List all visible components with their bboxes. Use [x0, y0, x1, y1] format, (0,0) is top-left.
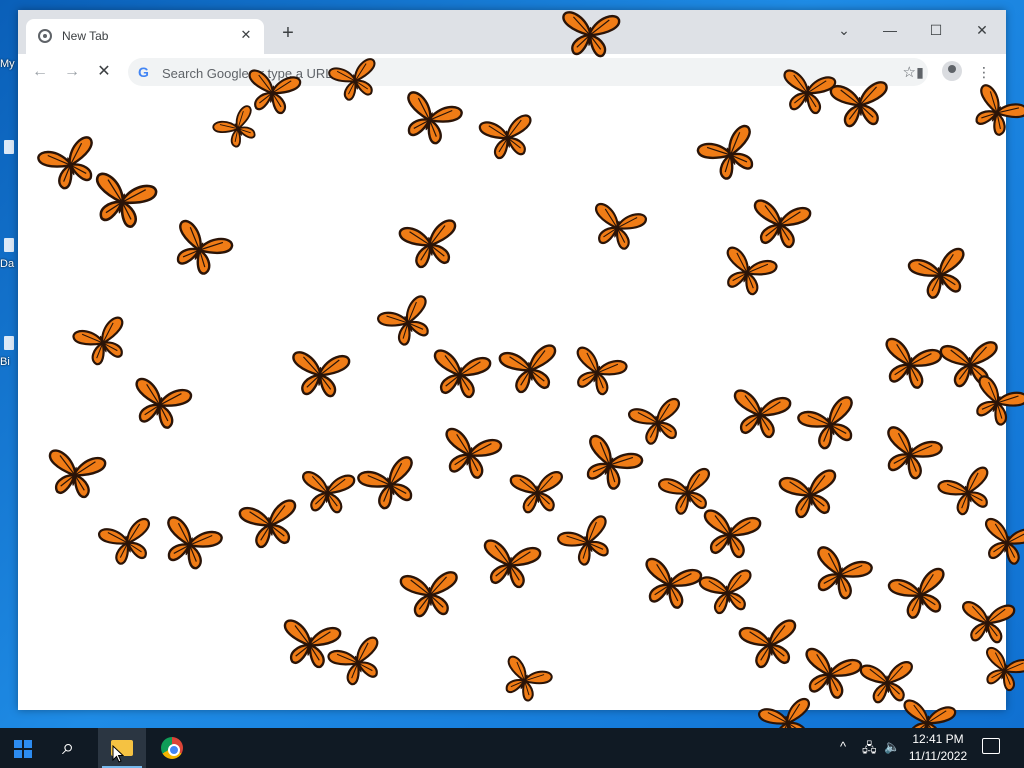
clock-time: 12:41 PM — [912, 732, 964, 746]
butterfly — [478, 114, 532, 160]
clock-date: 11/11/2022 — [908, 749, 968, 763]
side-panel-icon[interactable]: ▮ — [910, 62, 930, 82]
desktop-icon-label-my-computer: My — [0, 58, 15, 70]
butterfly — [433, 349, 492, 399]
butterfly — [703, 509, 762, 559]
desktop-icon-label: Bi — [0, 356, 10, 368]
search-icon: ⌕ — [62, 734, 75, 759]
start-button[interactable] — [14, 740, 32, 758]
butterfly — [238, 499, 297, 549]
tab-title: New Tab — [62, 29, 109, 43]
back-button[interactable]: ← — [30, 62, 50, 82]
maximize-button[interactable]: ☐ — [922, 18, 950, 42]
minimize-button[interactable]: — — [876, 18, 904, 42]
butterfly — [753, 199, 812, 249]
butterfly — [698, 569, 752, 615]
butterfly — [48, 449, 107, 499]
butterfly — [829, 81, 888, 128]
tab-strip: New Tab ✕ + ⌄ — ☐ ✕ — [18, 10, 1006, 54]
butterfly — [562, 11, 621, 58]
new-tab-button[interactable]: + — [278, 23, 298, 44]
butterfly — [733, 389, 792, 439]
notification-center-icon[interactable] — [982, 738, 1000, 754]
butterfly — [483, 539, 542, 589]
desktop-icon-label: Da — [0, 258, 15, 270]
butterfly — [498, 344, 557, 394]
butterfly — [302, 471, 356, 514]
desktop-icon[interactable] — [4, 238, 14, 252]
butterfly — [962, 601, 1016, 644]
butterfly — [398, 219, 457, 269]
forward-button[interactable]: → — [62, 62, 82, 82]
mouse-cursor-icon — [112, 745, 124, 763]
butterfly — [292, 351, 351, 398]
butterfly — [738, 619, 797, 669]
system-clock[interactable]: 12:41 PM 11/11/2022 — [902, 731, 974, 765]
taskbar: ⌕ ^ 🖧 🔈 12:41 PM 11/11/2022 — [0, 728, 1024, 768]
show-hidden-icons-icon[interactable]: ^ — [840, 739, 846, 754]
desktop-icon[interactable] — [4, 140, 14, 154]
tab-new-tab[interactable]: New Tab ✕ — [26, 19, 264, 54]
tab-search-button[interactable]: ⌄ — [830, 18, 858, 42]
butterfly — [509, 471, 563, 514]
search-button[interactable]: ⌕ — [48, 728, 96, 768]
google-icon: G — [138, 64, 149, 80]
desktop-icon[interactable] — [4, 336, 14, 350]
volume-icon[interactable]: 🔈 — [884, 739, 900, 755]
close-window-button[interactable]: ✕ — [968, 18, 996, 42]
butterfly — [399, 571, 458, 618]
tab-close-icon[interactable]: ✕ — [238, 27, 254, 43]
stop-loading-button[interactable]: ✕ — [94, 62, 114, 82]
profile-avatar[interactable] — [942, 61, 962, 81]
new-tab-favicon-icon — [38, 29, 52, 43]
butterfly — [778, 469, 837, 519]
network-icon[interactable]: 🖧 — [862, 739, 877, 761]
chrome-button[interactable] — [148, 728, 196, 768]
